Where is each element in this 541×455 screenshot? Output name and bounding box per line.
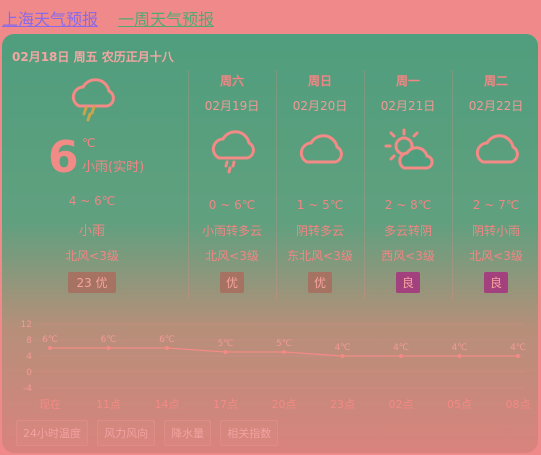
- x-tick-label: 现在: [39, 398, 61, 411]
- cloud-rain-icon: [71, 78, 115, 122]
- forecast-wind: 东北风<3级: [287, 249, 353, 263]
- forecast-day: 周六 02月19日 0 ~ 6℃ 小雨转多云 北风<3级 优: [192, 72, 272, 293]
- y-tick-label: 0: [26, 368, 32, 378]
- city-forecast-link[interactable]: 上海天气预报: [2, 6, 98, 30]
- today-date: 02月18日 周五 农历正月十八: [12, 50, 174, 64]
- forecast-day: 周日 02月20日 1 ~ 5℃ 阴转多云 东北风<3级 优: [280, 72, 360, 293]
- weekly-forecast-link[interactable]: 一周天气预报: [118, 6, 214, 30]
- today-aqi-badge: 23 优: [68, 272, 116, 293]
- x-tick-label: 23点: [330, 398, 355, 411]
- forecast-aqi-badge: 优: [219, 272, 244, 293]
- y-tick-label: 12: [21, 320, 32, 330]
- forecast-aqi-badge: 优: [307, 272, 332, 293]
- cloud-rain-icon: [211, 130, 255, 174]
- forecast-day: 周一 02月21日 2 ~ 8℃ 多云转阴 西风<3级 良: [368, 72, 448, 293]
- data-label: 6℃: [159, 335, 175, 345]
- data-label: 4℃: [510, 343, 526, 353]
- x-tick-label: 14点: [155, 398, 180, 411]
- tab-24h-temperature[interactable]: 24小时温度: [16, 420, 88, 446]
- forecast-date: 02月20日: [292, 99, 348, 113]
- x-tick-label: 05点: [447, 398, 472, 411]
- data-label: 5℃: [218, 339, 234, 349]
- divider: [276, 70, 277, 300]
- forecast-day: 周二 02月22日 2 ~ 7℃ 阴转小雨 北风<3级 良: [456, 72, 536, 293]
- today-temp-row: 6 ℃ 小雨(实时): [12, 128, 172, 186]
- y-tick-label: -4: [23, 384, 32, 394]
- data-point: [165, 346, 169, 350]
- weather-card: 02月18日 周五 农历正月十八 6 ℃ 小雨(实时) 4 ~ 6℃ 小雨 北风…: [2, 34, 538, 453]
- today-panel: 6 ℃ 小雨(实时) 4 ~ 6℃ 小雨 北风<3级 23 优: [12, 74, 172, 293]
- data-point: [340, 354, 345, 358]
- x-tick-label: 17点: [213, 398, 238, 411]
- data-point: [282, 350, 286, 354]
- divider: [364, 70, 365, 300]
- today-range: 4 ~ 6℃: [68, 194, 116, 208]
- forecast-range: 0 ~ 6℃: [208, 198, 256, 212]
- forecast-wind: 北风<3级: [205, 249, 259, 263]
- y-tick-label: 8: [26, 336, 32, 346]
- forecast-condition: 多云转阴: [383, 224, 432, 238]
- forecast-wind: 西风<3级: [381, 249, 435, 263]
- x-tick-label: 20点: [272, 398, 297, 411]
- forecast-range: 1 ~ 5℃: [296, 198, 344, 212]
- today-wind: 北风<3级: [65, 249, 119, 263]
- forecast-condition: 小雨转多云: [201, 224, 262, 238]
- data-label: 5℃: [276, 339, 292, 349]
- forecast-weekday: 周日: [307, 74, 332, 88]
- cloud-icon: [299, 134, 343, 164]
- current-temperature: 6: [48, 132, 79, 183]
- forecast-range: 2 ~ 8℃: [384, 198, 432, 212]
- data-label: 6℃: [101, 335, 117, 345]
- today-condition: 小雨: [78, 224, 105, 239]
- data-point: [48, 346, 52, 350]
- tab-indices[interactable]: 相关指数: [220, 420, 279, 446]
- data-label: 4℃: [452, 343, 468, 353]
- cloud-icon: [475, 134, 519, 164]
- forecast-weekday: 周六: [219, 74, 244, 88]
- data-point: [223, 350, 228, 354]
- y-tick-label: 4: [26, 352, 32, 362]
- data-label: 4℃: [335, 343, 351, 353]
- data-point: [399, 354, 403, 358]
- sun-cloud-icon: [384, 128, 434, 170]
- temperature-chart: 12 8 4 0 -4 6℃ 现在 6℃ 11点 6℃ 14点 5℃ 17点 5℃ 20点 4℃ 23点 4℃ 02…: [21, 320, 531, 411]
- forecast-weekday: 周二: [483, 74, 508, 88]
- current-condition: 小雨(实时): [82, 160, 145, 175]
- data-label: 4℃: [393, 343, 409, 353]
- forecast-wind: 北风<3级: [469, 249, 523, 263]
- divider: [452, 70, 453, 300]
- data-point: [457, 354, 462, 358]
- tab-precipitation[interactable]: 降水量: [164, 420, 212, 446]
- divider: [188, 70, 189, 300]
- forecast-condition: 阴转多云: [295, 224, 344, 238]
- forecast-range: 2 ~ 7℃: [472, 198, 520, 212]
- forecast-aqi-badge: 良: [395, 272, 420, 293]
- tab-wind[interactable]: 风力风向: [97, 420, 156, 446]
- forecast-condition: 阴转小雨: [471, 224, 520, 238]
- x-tick-label: 11点: [96, 398, 121, 411]
- chart-tabs: 24小时温度 风力风向 降水量 相关指数: [16, 420, 282, 446]
- forecast-date: 02月19日: [204, 99, 260, 113]
- forecast-weekday: 周一: [395, 74, 420, 88]
- x-tick-label: 02点: [389, 398, 414, 411]
- temperature-unit: ℃: [82, 136, 96, 150]
- x-tick-label: 08点: [506, 398, 531, 411]
- data-label: 6℃: [42, 335, 58, 345]
- data-point: [516, 354, 520, 358]
- forecast-date: 02月22日: [468, 99, 524, 113]
- forecast-aqi-badge: 良: [483, 272, 508, 293]
- forecast-date: 02月21日: [380, 99, 436, 113]
- data-point: [106, 346, 111, 350]
